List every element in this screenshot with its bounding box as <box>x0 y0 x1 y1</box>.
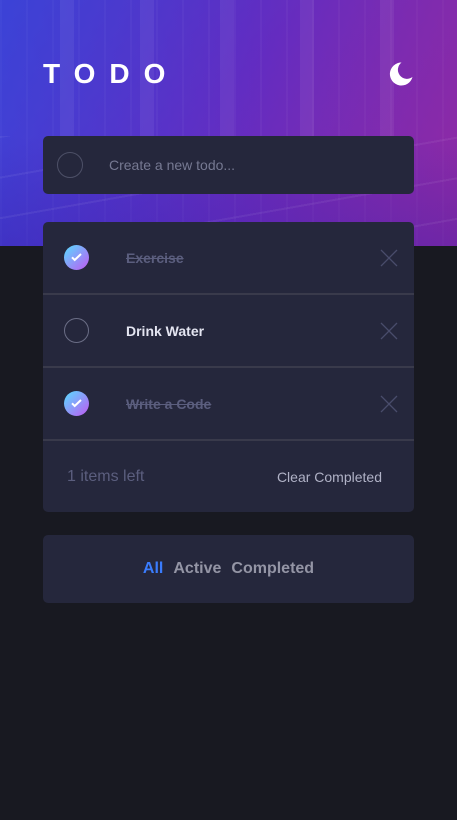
todo-label: Exercise <box>126 249 184 266</box>
new-todo-input[interactable] <box>109 157 389 173</box>
todo-item: Exercise <box>43 222 414 295</box>
filter-active[interactable]: Active <box>173 560 221 578</box>
filter-completed[interactable]: Completed <box>231 560 314 578</box>
background-pillar <box>220 0 234 150</box>
list-footer: 1 items left Clear Completed <box>43 441 414 512</box>
header-background <box>0 0 457 246</box>
clear-completed-button[interactable]: Clear Completed <box>277 469 382 485</box>
check-icon <box>71 253 82 262</box>
close-icon[interactable] <box>380 395 398 413</box>
close-icon[interactable] <box>380 322 398 340</box>
background-pillar <box>300 0 314 150</box>
new-todo-circle-icon <box>57 152 83 178</box>
filter-all[interactable]: All <box>143 560 163 578</box>
new-todo-bar <box>43 136 414 194</box>
todo-item: Write a Code <box>43 368 414 441</box>
todo-check-button[interactable] <box>64 391 89 416</box>
todo-item: Drink Water <box>43 295 414 368</box>
filter-bar: All Active Completed <box>43 535 414 603</box>
todo-check-button[interactable] <box>64 245 89 270</box>
todo-list: Exercise Drink Water Write a Code 1 item… <box>43 222 414 512</box>
todo-label: Write a Code <box>126 395 212 412</box>
moon-icon[interactable] <box>388 61 414 87</box>
app-title: TODO <box>43 58 180 89</box>
items-left-count: 1 items left <box>67 467 145 485</box>
todo-label: Drink Water <box>126 322 205 339</box>
todo-check-button[interactable] <box>64 318 89 343</box>
close-icon[interactable] <box>380 249 398 267</box>
check-icon <box>71 399 82 408</box>
